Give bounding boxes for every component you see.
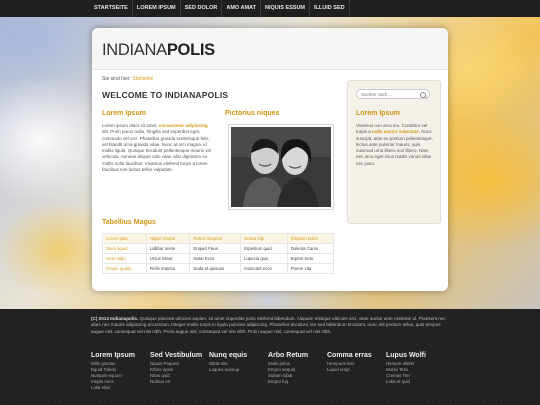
footer-column: Arbo Retum Mulis pelus Empro sequid Sult… [268, 352, 327, 391]
footer-link[interactable]: Lolat eliat [91, 385, 150, 391]
table-cell: Lullibar neste [145, 243, 191, 254]
site-header: INDIANAPOLIS [92, 28, 448, 70]
table-cell: Lupecia quis [240, 253, 288, 264]
table-cell: Netat Ecce [189, 253, 242, 264]
nav-item-niquis-essum[interactable]: NIQUIS ESSUM [261, 0, 311, 17]
table-cell: Niuro liquid [102, 243, 147, 254]
table-header-row: Lorem Ipsu Allipsi Visque Rotum Empron N… [102, 233, 335, 244]
footer-columns: Lorem Ipsum Mille gracias Equid Toledo N… [91, 352, 445, 391]
table-header-cell: Allipsi Visque [145, 233, 191, 244]
copyright-label: (C) 2013 Indianapolis. [91, 316, 139, 321]
section-title-pictorius: Pictorius niques [225, 110, 280, 117]
table-header-cell: Emptum Dolor [286, 233, 335, 244]
page-title: WELCOME TO INDIANAPOLIS [102, 90, 229, 100]
footer-column-title: Comma erras [327, 352, 372, 359]
intro-text-a: Lorem ipsum dolor sit amet, [102, 123, 159, 128]
breadcrumb-link-startseite[interactable]: Startseite [132, 76, 153, 82]
sidebar-box: Suchen nach ... Lorem Ipsum Vivamus non … [347, 80, 441, 224]
sidebar-title: Lorem Ipsum [356, 110, 400, 117]
copyright-text: Quisque placerat ultricies sapien, sit a… [91, 316, 446, 334]
logo-light-text: INDIANA [102, 41, 167, 59]
breadcrumb: Sie sind hier: Startseite [102, 76, 153, 82]
footer-link[interactable]: Liquid empl [327, 367, 386, 373]
nav-item-illuid-sed[interactable]: ILLUID SED [310, 0, 350, 17]
site-logo[interactable]: INDIANAPOLIS [102, 41, 215, 60]
table-cell: Dolenta Caros [286, 243, 335, 254]
sidebar-highlight-link[interactable]: nulla auctor vulputate [372, 129, 419, 134]
data-table: Lorem Ipsu Allipsi Visque Rotum Empron N… [102, 233, 335, 274]
table-cell: Ursus Minor [145, 253, 191, 264]
table-row: Niuro liquid Lullibar neste Enquid Fiiiu… [102, 243, 335, 254]
table-header-cell: Nesca Ulp [240, 233, 288, 244]
table-row: Urus Majo Ursus Minor Netat Ecce Lupecia… [102, 253, 335, 264]
footer-column: Nunq equis Nittat ette Luques nunnup [209, 352, 268, 391]
footer-column: Comma erras Hempuns lust Liquid empl [327, 352, 386, 391]
footer-column-title: Arbo Retum [268, 352, 309, 359]
table-cell: Suda et quisoos [189, 263, 242, 274]
table-cell: Enquid Fiiius [189, 243, 242, 254]
search-icon[interactable] [420, 92, 426, 98]
table-cell: Omulo qualto [102, 263, 147, 274]
table-cell: molocant ecce [240, 263, 288, 274]
footer-copyright: (C) 2013 Indianapolis. Quisque placerat … [91, 316, 448, 335]
footer-column: Sed Vestibulum Niquis Paqued Erbes opsis… [150, 352, 209, 391]
footer-link[interactable]: Nurbus ert [150, 379, 209, 385]
top-navigation-bar: STARTSEITE LOREM IPSUM SED DOLOR AMO AMA… [0, 0, 540, 17]
sidebar-text-b: . Nunc suscipit, ante eu pretium pellent… [356, 129, 433, 166]
content-card: INDIANAPOLIS Sie sind hier: Startseite W… [92, 28, 448, 291]
footer-column-title: Lupus Wolfi [386, 352, 426, 359]
search-input[interactable]: Suchen nach ... [356, 89, 430, 99]
footer-column-title: Sed Vestibulum [150, 352, 203, 359]
footer-link[interactable]: Luques nunnup [209, 367, 268, 373]
section-title-lorem-ipsum: Lorem Ipsum [102, 110, 146, 117]
main-menu: STARTSEITE LOREM IPSUM SED DOLOR AMO AMA… [90, 0, 350, 17]
couple-illustration [231, 127, 331, 207]
intro-paragraph: Lorem ipsum dolor sit amet, consectetur … [102, 123, 214, 173]
intro-text-b: elit. Proin purus nulla, fringilla sed i… [102, 129, 212, 173]
breadcrumb-label: Sie sind hier: [102, 76, 131, 82]
nav-item-startseite[interactable]: STARTSEITE [90, 0, 133, 17]
footer-column-title: Lorem Ipsum [91, 352, 135, 359]
footer-link[interactable]: Empro fuq [268, 379, 327, 385]
table-title: Tabellius Magus [102, 219, 156, 226]
sidebar-paragraph: Vivamus non arcu leo. Curabitur vel turp… [356, 123, 434, 167]
logo-bold-text: POLIS [166, 41, 215, 59]
vintage-couple-photo [228, 124, 334, 210]
table-header-cell: Lorem Ipsu [102, 233, 147, 244]
footer-column: Lupus Wolfi Hempre slintet Monio Tera Cr… [386, 352, 445, 391]
table-cell: Fiells Imprinu [145, 263, 191, 274]
photo-image [231, 127, 331, 207]
intro-highlight-link[interactable]: consectetur adipiscing [159, 123, 208, 128]
search-placeholder: Suchen nach ... [361, 92, 393, 97]
table-cell: Erpem Seto [286, 253, 335, 264]
nav-item-sed-dolor[interactable]: SED DOLOR [181, 0, 223, 17]
footer-column: Lorem Ipsum Mille gracias Equid Toledo N… [91, 352, 150, 391]
nav-item-amo-amat[interactable]: AMO AMAT [222, 0, 261, 17]
site-footer: (C) 2013 Indianapolis. Quisque placerat … [0, 309, 540, 405]
table-header-cell: Rotum Empron [189, 233, 242, 244]
table-cell: Erpetilum quid [240, 243, 288, 254]
footer-link[interactable]: Luka et quid [386, 379, 445, 385]
table-cell: Urus Majo [102, 253, 147, 264]
footer-column-title: Nunq equis [209, 352, 248, 359]
nav-item-lorem-ipsum[interactable]: LOREM IPSUM [133, 0, 181, 17]
table-row: Omulo qualto Fiells Imprinu Suda et quis… [102, 263, 335, 274]
table-cell: Porem vita [286, 263, 335, 274]
